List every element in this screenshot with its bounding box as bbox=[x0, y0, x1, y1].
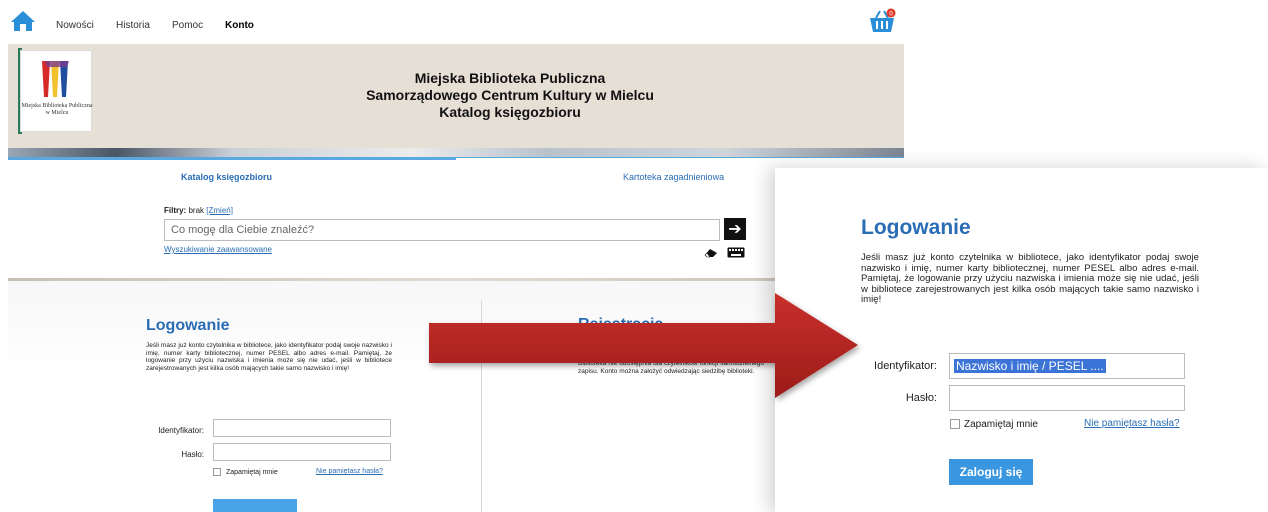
title-line-3: Katalog księgozbioru bbox=[439, 104, 581, 120]
tab-active-indicator bbox=[8, 157, 456, 160]
keyboard-icon[interactable] bbox=[727, 247, 745, 258]
book-logo-icon bbox=[42, 61, 69, 97]
zoom-remember-me-label: Zapamiętaj mnie bbox=[964, 419, 1038, 430]
zoomed-login-panel: Logowanie Jeśli masz już konto czytelnik… bbox=[775, 168, 1268, 512]
login-button[interactable] bbox=[213, 499, 297, 512]
login-description: Jeśli masz już konto czytelnika w biblio… bbox=[146, 342, 392, 372]
zoom-remember-me-checkbox[interactable] bbox=[950, 419, 960, 429]
page-title: Miejska Biblioteka Publiczna Samorządowe… bbox=[300, 70, 720, 121]
login-title: Logowanie bbox=[146, 317, 230, 334]
search-submit-button[interactable]: ➔ bbox=[724, 218, 746, 240]
zoom-password-label: Hasło: bbox=[905, 392, 937, 404]
basket-count: 0 bbox=[889, 11, 893, 18]
nav-item-konto[interactable]: Konto bbox=[225, 20, 254, 31]
remember-me-label: Zapamiętaj mnie bbox=[226, 469, 278, 476]
zoom-forgot-password-link[interactable]: Nie pamiętasz hasła? bbox=[1084, 418, 1180, 429]
tab-subject-index[interactable]: Kartoteka zagadnieniowa bbox=[623, 172, 724, 182]
identifier-placeholder: Nazwisko i imię / PESEL .... bbox=[954, 359, 1106, 373]
zoom-password-field[interactable] bbox=[949, 385, 1185, 411]
zoom-identifier-field[interactable]: Nazwisko i imię / PESEL .... bbox=[949, 353, 1185, 379]
arrow-right-icon: ➔ bbox=[728, 219, 742, 238]
forgot-password-link[interactable]: Nie pamiętasz hasła? bbox=[316, 468, 383, 475]
identifier-field[interactable] bbox=[213, 419, 391, 437]
identifier-label: Identyfikator: bbox=[158, 426, 204, 435]
zoom-login-title: Logowanie bbox=[861, 216, 971, 239]
nav-item-nowosci[interactable]: Nowości bbox=[56, 20, 94, 31]
top-navigation: Nowości Historia Pomoc Konto 0 bbox=[0, 0, 912, 44]
registration-title: Rejestracja bbox=[578, 316, 664, 333]
remember-me-checkbox[interactable] bbox=[213, 468, 221, 476]
zoom-login-description: Jeśli masz już konto czytelnika w biblio… bbox=[861, 252, 1199, 306]
filter-label: Filtry: bbox=[164, 206, 187, 215]
library-logo[interactable]: Miejska Biblioteka Publiczna w Mielcu bbox=[20, 50, 93, 132]
advanced-search-link[interactable]: Wyszukiwanie zaawansowane bbox=[164, 245, 272, 254]
search-input[interactable]: Co mogę dla Ciebie znaleźć? bbox=[164, 219, 720, 241]
title-line-2: Samorządowego Centrum Kultury w Mielcu bbox=[366, 87, 654, 103]
screenshot-composite: Nowości Historia Pomoc Konto 0 Miejska B… bbox=[0, 0, 1268, 512]
filter-line: Filtry: brak [Zmień] bbox=[164, 206, 233, 215]
tab-inactive-indicator bbox=[456, 157, 904, 158]
filter-change-link[interactable]: [Zmień] bbox=[206, 206, 233, 215]
basket-icon[interactable]: 0 bbox=[868, 8, 896, 34]
home-icon[interactable] bbox=[10, 10, 36, 32]
password-label: Hasło: bbox=[181, 450, 204, 459]
title-line-1: Miejska Biblioteka Publiczna bbox=[414, 70, 606, 86]
tab-catalog[interactable]: Katalog księgozbioru bbox=[181, 172, 272, 182]
account-section bbox=[8, 281, 904, 512]
logo-caption: Miejska Biblioteka Publiczna w Mielcu bbox=[21, 103, 93, 116]
registration-description: Biblioteka nie udostępnia dla czytelnikó… bbox=[578, 360, 764, 375]
zoom-identifier-label: Identyfikator: bbox=[874, 360, 937, 372]
zoom-login-button[interactable]: Zaloguj się bbox=[949, 459, 1033, 485]
nav-item-historia[interactable]: Historia bbox=[116, 20, 150, 31]
filter-value: brak bbox=[188, 206, 205, 215]
password-field[interactable] bbox=[213, 443, 391, 461]
column-divider bbox=[481, 300, 482, 512]
eraser-icon[interactable] bbox=[704, 248, 718, 258]
nav-item-pomoc[interactable]: Pomoc bbox=[172, 20, 203, 31]
